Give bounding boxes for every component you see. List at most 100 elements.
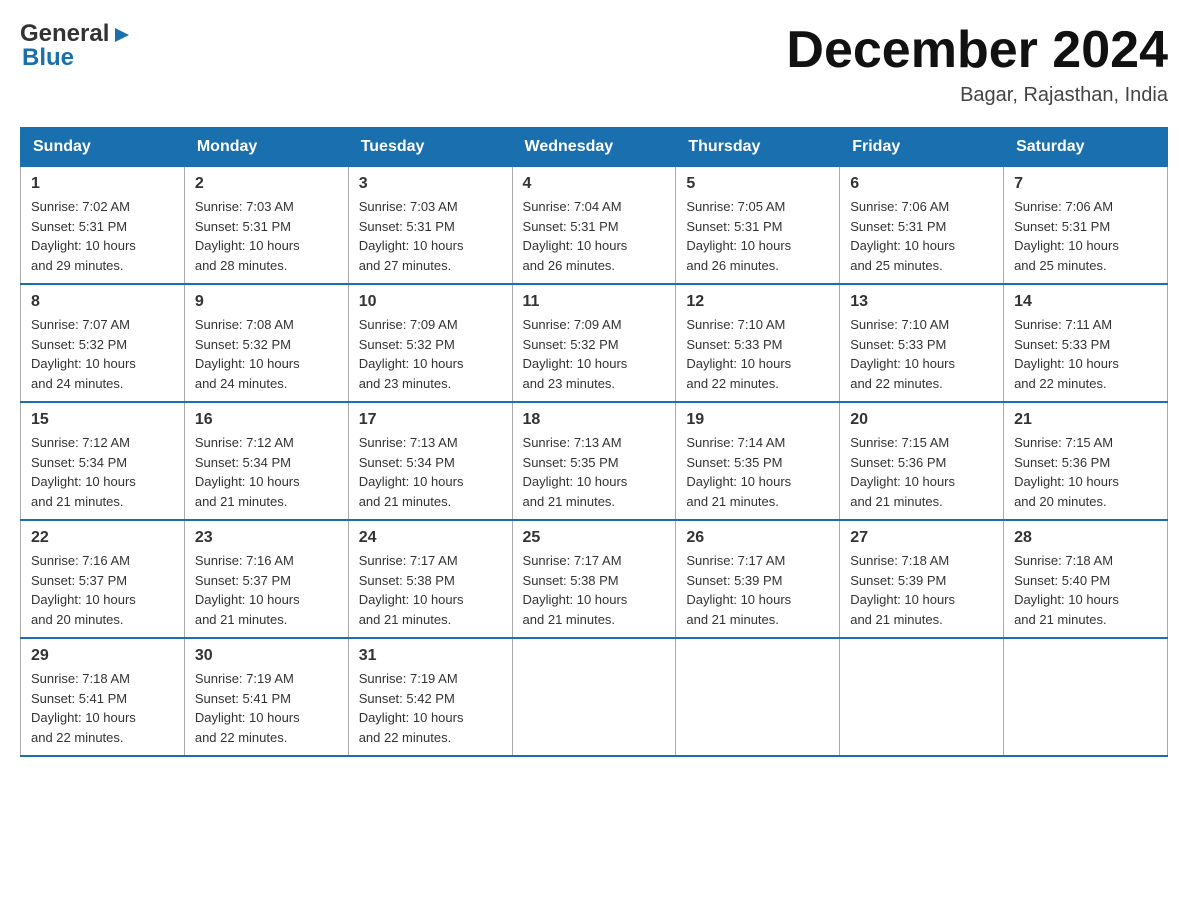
day-cell: 11Sunrise: 7:09 AMSunset: 5:32 PMDayligh… [512,284,676,402]
day-number: 22 [31,529,174,547]
week-row-4: 22 Sunrise: 7:16 AMSunset: 5:37 PMDayligh… [21,520,1168,638]
day-number: 1 [31,175,174,193]
header-sunday: Sunday [21,128,185,167]
day-number: 17 [359,411,502,429]
day-info: Sunrise: 7:18 AMSunset: 5:39 PMDaylight:… [850,551,993,629]
day-info: Sunrise: 7:03 AMSunset: 5:31 PMDaylight:… [195,197,338,275]
day-cell: 28 Sunrise: 7:18 AMSunset: 5:40 PMDayligh… [1004,520,1168,638]
day-info: Sunrise: 7:10 AMSunset: 5:33 PMDaylight:… [850,315,993,393]
day-cell: 20 Sunrise: 7:15 AMSunset: 5:36 PMDayligh… [840,402,1004,520]
day-cell: 9 Sunrise: 7:08 AMSunset: 5:32 PMDaylight… [184,284,348,402]
header-friday: Friday [840,128,1004,167]
calendar-table: SundayMondayTuesdayWednesdayThursdayFrid… [20,127,1168,757]
day-info: Sunrise: 7:16 AMSunset: 5:37 PMDaylight:… [195,551,338,629]
day-number: 4 [523,175,666,193]
day-info: Sunrise: 7:13 AMSunset: 5:35 PMDaylight:… [523,433,666,511]
day-cell: 30Sunrise: 7:19 AMSunset: 5:41 PMDayligh… [184,638,348,756]
day-cell: 13 Sunrise: 7:10 AMSunset: 5:33 PMDayligh… [840,284,1004,402]
day-info: Sunrise: 7:07 AMSunset: 5:32 PMDaylight:… [31,315,174,393]
logo: General Blue [20,20,133,72]
day-number: 18 [523,411,666,429]
day-info: Sunrise: 7:17 AMSunset: 5:38 PMDaylight:… [359,551,502,629]
day-info: Sunrise: 7:11 AMSunset: 5:33 PMDaylight:… [1014,315,1157,393]
day-cell: 18 Sunrise: 7:13 AMSunset: 5:35 PMDayligh… [512,402,676,520]
day-cell: 26 Sunrise: 7:17 AMSunset: 5:39 PMDayligh… [676,520,840,638]
day-info: Sunrise: 7:08 AMSunset: 5:32 PMDaylight:… [195,315,338,393]
day-cell: 7 Sunrise: 7:06 AMSunset: 5:31 PMDaylight… [1004,167,1168,285]
day-cell [840,638,1004,756]
day-cell: 1 Sunrise: 7:02 AMSunset: 5:31 PMDaylight… [21,167,185,285]
day-info: Sunrise: 7:15 AMSunset: 5:36 PMDaylight:… [850,433,993,511]
day-info: Sunrise: 7:17 AMSunset: 5:38 PMDaylight:… [523,551,666,629]
day-number: 19 [686,411,829,429]
day-number: 28 [1014,529,1157,547]
day-number: 20 [850,411,993,429]
day-number: 8 [31,293,174,311]
day-number: 10 [359,293,502,311]
day-info: Sunrise: 7:09 AMSunset: 5:32 PMDaylight:… [359,315,502,393]
week-row-1: 1 Sunrise: 7:02 AMSunset: 5:31 PMDaylight… [21,167,1168,285]
day-cell: 22 Sunrise: 7:16 AMSunset: 5:37 PMDayligh… [21,520,185,638]
day-info: Sunrise: 7:17 AMSunset: 5:39 PMDaylight:… [686,551,829,629]
day-info: Sunrise: 7:06 AMSunset: 5:31 PMDaylight:… [1014,197,1157,275]
day-number: 27 [850,529,993,547]
day-info: Sunrise: 7:15 AMSunset: 5:36 PMDaylight:… [1014,433,1157,511]
day-number: 9 [195,293,338,311]
day-cell: 21 Sunrise: 7:15 AMSunset: 5:36 PMDayligh… [1004,402,1168,520]
day-info: Sunrise: 7:13 AMSunset: 5:34 PMDaylight:… [359,433,502,511]
month-title: December 2024 [786,20,1168,80]
logo-arrow-icon [111,24,133,46]
day-cell: 5Sunrise: 7:05 AMSunset: 5:31 PMDaylight… [676,167,840,285]
day-cell [1004,638,1168,756]
day-number: 23 [195,529,338,547]
day-number: 24 [359,529,502,547]
day-number: 14 [1014,293,1157,311]
week-row-5: 29Sunrise: 7:18 AMSunset: 5:41 PMDayligh… [21,638,1168,756]
day-info: Sunrise: 7:16 AMSunset: 5:37 PMDaylight:… [31,551,174,629]
day-info: Sunrise: 7:04 AMSunset: 5:31 PMDaylight:… [523,197,666,275]
day-number: 3 [359,175,502,193]
day-cell: 23 Sunrise: 7:16 AMSunset: 5:37 PMDayligh… [184,520,348,638]
day-number: 6 [850,175,993,193]
location: Bagar, Rajasthan, India [786,84,1168,107]
day-cell: 12 Sunrise: 7:10 AMSunset: 5:33 PMDayligh… [676,284,840,402]
day-info: Sunrise: 7:09 AMSunset: 5:32 PMDaylight:… [523,315,666,393]
week-row-3: 15Sunrise: 7:12 AMSunset: 5:34 PMDayligh… [21,402,1168,520]
day-number: 16 [195,411,338,429]
day-info: Sunrise: 7:02 AMSunset: 5:31 PMDaylight:… [31,197,174,275]
day-info: Sunrise: 7:19 AMSunset: 5:42 PMDaylight:… [359,669,502,747]
day-info: Sunrise: 7:10 AMSunset: 5:33 PMDaylight:… [686,315,829,393]
day-number: 2 [195,175,338,193]
day-number: 13 [850,293,993,311]
day-info: Sunrise: 7:14 AMSunset: 5:35 PMDaylight:… [686,433,829,511]
day-number: 25 [523,529,666,547]
day-cell: 27 Sunrise: 7:18 AMSunset: 5:39 PMDayligh… [840,520,1004,638]
day-cell: 2 Sunrise: 7:03 AMSunset: 5:31 PMDaylight… [184,167,348,285]
day-number: 15 [31,411,174,429]
calendar-header-row: SundayMondayTuesdayWednesdayThursdayFrid… [21,128,1168,167]
day-info: Sunrise: 7:03 AMSunset: 5:31 PMDaylight:… [359,197,502,275]
day-cell [676,638,840,756]
day-number: 7 [1014,175,1157,193]
day-number: 21 [1014,411,1157,429]
page-header: General Blue December 2024 Bagar, Rajast… [20,20,1168,107]
day-cell: 31Sunrise: 7:19 AMSunset: 5:42 PMDayligh… [348,638,512,756]
day-cell: 19 Sunrise: 7:14 AMSunset: 5:35 PMDayligh… [676,402,840,520]
day-cell: 25 Sunrise: 7:17 AMSunset: 5:38 PMDayligh… [512,520,676,638]
day-info: Sunrise: 7:05 AMSunset: 5:31 PMDaylight:… [686,197,829,275]
header-wednesday: Wednesday [512,128,676,167]
day-cell: 10 Sunrise: 7:09 AMSunset: 5:32 PMDayligh… [348,284,512,402]
day-number: 12 [686,293,829,311]
day-cell: 6Sunrise: 7:06 AMSunset: 5:31 PMDaylight… [840,167,1004,285]
logo-blue-text: Blue [22,44,74,72]
week-row-2: 8 Sunrise: 7:07 AMSunset: 5:32 PMDaylight… [21,284,1168,402]
day-cell: 4 Sunrise: 7:04 AMSunset: 5:31 PMDaylight… [512,167,676,285]
day-cell: 24 Sunrise: 7:17 AMSunset: 5:38 PMDayligh… [348,520,512,638]
day-info: Sunrise: 7:18 AMSunset: 5:41 PMDaylight:… [31,669,174,747]
day-cell: 14 Sunrise: 7:11 AMSunset: 5:33 PMDayligh… [1004,284,1168,402]
day-info: Sunrise: 7:18 AMSunset: 5:40 PMDaylight:… [1014,551,1157,629]
day-cell: 8 Sunrise: 7:07 AMSunset: 5:32 PMDaylight… [21,284,185,402]
day-number: 26 [686,529,829,547]
day-cell: 29Sunrise: 7:18 AMSunset: 5:41 PMDayligh… [21,638,185,756]
header-right: December 2024 Bagar, Rajasthan, India [786,20,1168,107]
